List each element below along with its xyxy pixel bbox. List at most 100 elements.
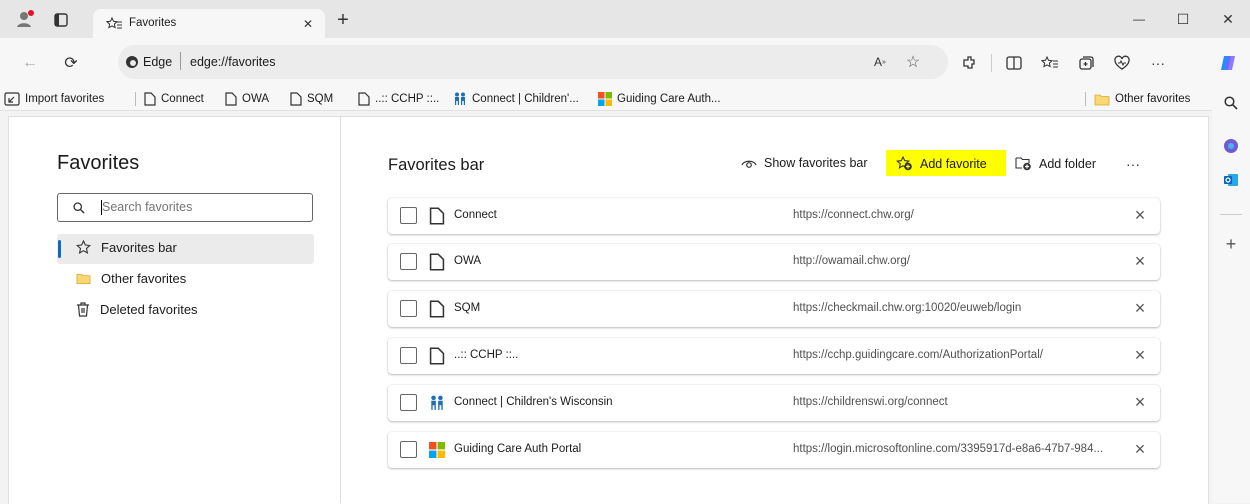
favorites-bar-item-owa[interactable]: OWA bbox=[225, 88, 269, 110]
favorites-bar-item-label: OWA bbox=[242, 93, 270, 105]
import-favorites-label: Import favorites bbox=[25, 93, 105, 105]
add-folder-button[interactable]: Add folder bbox=[1015, 156, 1096, 171]
copilot-sidebar-icon[interactable] bbox=[1219, 136, 1243, 156]
row-checkbox[interactable] bbox=[400, 207, 417, 224]
favorite-name: OWA bbox=[454, 255, 482, 267]
section-title: Favorites bar bbox=[388, 156, 485, 174]
minimize-button[interactable]: — bbox=[1128, 9, 1150, 29]
nav-selected-indicator bbox=[58, 240, 61, 258]
restore-button[interactable]: ☐ bbox=[1172, 9, 1194, 29]
favorite-url: http://owamail.chw.org/ bbox=[793, 255, 910, 267]
favorite-url: https://childrenswi.org/connect bbox=[793, 396, 948, 408]
favorites-bar-separator bbox=[1085, 92, 1086, 106]
collections-icon[interactable] bbox=[1075, 53, 1097, 73]
delete-icon[interactable]: × bbox=[1129, 391, 1151, 413]
people-icon bbox=[455, 92, 465, 105]
row-checkbox[interactable] bbox=[400, 394, 417, 411]
favorite-name: Connect bbox=[454, 209, 497, 221]
add-sidebar-app-icon[interactable]: + bbox=[1219, 234, 1243, 254]
refresh-icon[interactable]: ⟳ bbox=[59, 52, 83, 74]
favorite-row[interactable]: Connect https://connect.chw.org/ × bbox=[388, 198, 1160, 234]
favorites-icon[interactable] bbox=[1039, 53, 1061, 73]
url-text[interactable]: edge://favorites bbox=[190, 55, 275, 69]
favorite-row[interactable]: OWA http://owamail.chw.org/ × bbox=[388, 244, 1160, 280]
favorite-row[interactable]: SQM https://checkmail.chw.org:10020/euwe… bbox=[388, 291, 1160, 327]
tab-actions-icon[interactable] bbox=[50, 10, 72, 30]
favorites-bar-item-label: Connect bbox=[161, 93, 204, 105]
extensions-icon[interactable] bbox=[958, 53, 980, 73]
other-favorites-folder[interactable]: Other favorites bbox=[1094, 88, 1190, 110]
page-icon bbox=[429, 300, 445, 318]
page-title: Favorites bbox=[57, 152, 140, 174]
close-window-button[interactable]: ✕ bbox=[1217, 9, 1239, 29]
page-icon bbox=[290, 92, 302, 106]
delete-icon[interactable]: × bbox=[1129, 344, 1151, 366]
favorite-name: Connect | Children's Wisconsin bbox=[454, 396, 613, 408]
favorite-row[interactable]: Guiding Care Auth Portal https://login.m… bbox=[388, 432, 1160, 468]
site-identity-label: Edge bbox=[143, 55, 173, 69]
favorites-bar-item-label: Connect | Children'... bbox=[472, 93, 579, 105]
trash-icon bbox=[77, 302, 89, 317]
add-favorite-label: Add favorite bbox=[920, 156, 987, 171]
delete-icon[interactable]: × bbox=[1129, 297, 1151, 319]
nav-favorites-bar[interactable]: Favorites bar bbox=[76, 240, 177, 255]
import-favorites-button[interactable]: Import favorites bbox=[4, 88, 104, 110]
tab-favorites[interactable]: Favorites ✕ bbox=[93, 9, 325, 39]
row-checkbox[interactable] bbox=[400, 441, 417, 458]
sidebar-divider bbox=[1220, 214, 1242, 215]
favorites-bar-item-connect[interactable]: Connect bbox=[144, 88, 204, 110]
show-favorites-bar-button[interactable]: Show favorites bar bbox=[741, 156, 868, 170]
nav-deleted-favorites[interactable]: Deleted favorites bbox=[76, 302, 198, 317]
favorite-name: Guiding Care Auth Portal bbox=[454, 443, 582, 455]
nav-label: Favorites bar bbox=[101, 240, 177, 255]
folder-add-icon bbox=[1015, 157, 1031, 171]
eye-icon bbox=[741, 160, 757, 168]
page-icon bbox=[429, 253, 445, 271]
delete-icon[interactable]: × bbox=[1129, 438, 1151, 460]
new-tab-button[interactable]: + bbox=[332, 9, 354, 31]
star-icon bbox=[76, 240, 91, 254]
page-icon bbox=[429, 347, 445, 365]
search-favorites-field[interactable] bbox=[57, 193, 313, 222]
delete-icon[interactable]: × bbox=[1129, 204, 1151, 226]
back-arrow-icon[interactable]: ← bbox=[18, 52, 42, 74]
browser-essentials-icon[interactable] bbox=[1111, 53, 1133, 73]
read-aloud-icon[interactable]: A» bbox=[870, 52, 890, 72]
page-icon bbox=[144, 92, 156, 106]
favorites-bar-item-childrens[interactable]: Connect | Children'... bbox=[453, 88, 579, 110]
other-favorites-label: Other favorites bbox=[1115, 93, 1191, 105]
folder-icon bbox=[1094, 94, 1110, 105]
search-icon bbox=[73, 202, 85, 214]
more-options-icon[interactable]: ··· bbox=[1147, 53, 1169, 73]
copilot-icon[interactable] bbox=[1216, 52, 1240, 74]
row-checkbox[interactable] bbox=[400, 347, 417, 364]
page-icon bbox=[358, 92, 370, 106]
favorites-bar-item-guiding-care[interactable]: Guiding Care Auth... bbox=[598, 88, 721, 110]
address-bar[interactable]: Edge edge://favorites A» ☆ bbox=[118, 45, 948, 79]
more-actions-button[interactable]: ··· bbox=[1122, 154, 1144, 174]
favorites-bar-item-cchp[interactable]: ..:: CCHP ::.. bbox=[358, 88, 439, 110]
favorite-name: SQM bbox=[454, 302, 481, 314]
profile-avatar-icon[interactable] bbox=[14, 9, 36, 29]
row-checkbox[interactable] bbox=[400, 300, 417, 317]
search-icon[interactable] bbox=[1219, 93, 1243, 113]
nav-label: Deleted favorites bbox=[100, 302, 198, 317]
nav-other-favorites[interactable]: Other favorites bbox=[76, 271, 186, 286]
microsoft-icon bbox=[598, 92, 612, 106]
favorite-row[interactable]: Connect | Children's Wisconsin https://c… bbox=[388, 385, 1160, 421]
tab-close-icon[interactable]: ✕ bbox=[299, 15, 317, 33]
favorites-bar-item-label: ..:: CCHP ::.. bbox=[375, 93, 440, 105]
search-input[interactable] bbox=[102, 198, 302, 216]
import-icon bbox=[4, 92, 20, 106]
favorites-bar-item-label: SQM bbox=[307, 93, 334, 105]
favorite-url: https://login.microsoftonline.com/339591… bbox=[793, 443, 1104, 455]
add-favorite-star-icon[interactable]: ☆ bbox=[903, 52, 923, 72]
tab-title: Favorites bbox=[129, 17, 177, 29]
favorite-row[interactable]: ..:: CCHP ::.. https://cchp.guidingcare.… bbox=[388, 338, 1160, 374]
row-checkbox[interactable] bbox=[400, 253, 417, 270]
delete-icon[interactable]: × bbox=[1129, 250, 1151, 272]
split-screen-icon[interactable] bbox=[1003, 53, 1025, 73]
add-favorite-button[interactable]: Add favorite bbox=[896, 156, 987, 171]
favorites-bar-item-sqm[interactable]: SQM bbox=[290, 88, 333, 110]
outlook-icon[interactable] bbox=[1219, 170, 1243, 190]
